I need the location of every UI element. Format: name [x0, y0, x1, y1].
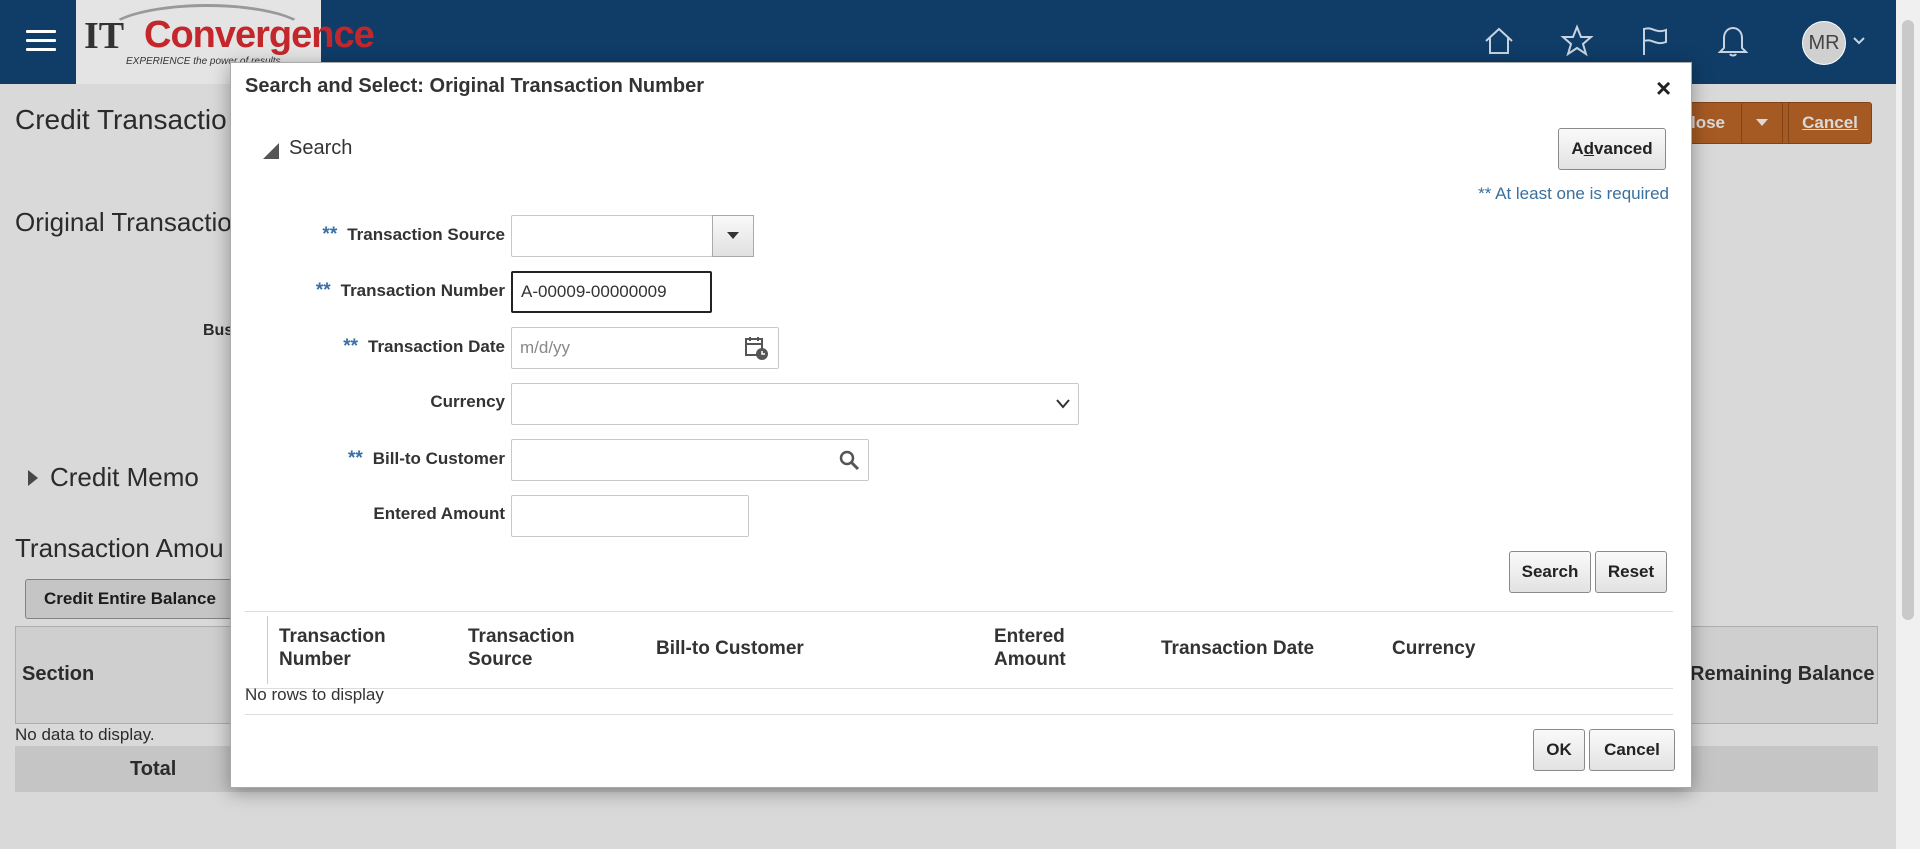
search-section-header[interactable]: Search [263, 137, 352, 160]
column-header-transaction-source[interactable]: Transaction Source [468, 625, 575, 671]
page-scrollbar[interactable] [1896, 0, 1920, 849]
search-button[interactable]: Search [1509, 551, 1591, 593]
ok-button[interactable]: OK [1533, 729, 1585, 771]
avatar[interactable]: MR [1802, 21, 1846, 65]
transaction-source-select[interactable] [511, 215, 713, 257]
column-header-transaction-number[interactable]: Transaction Number [279, 625, 386, 671]
search-icon[interactable] [838, 449, 860, 471]
dialog-footer-divider [245, 714, 1673, 715]
transaction-date-label: ** Transaction Date [343, 336, 505, 357]
row-selector-divider [267, 616, 268, 684]
column-header-bill-to-customer[interactable]: Bill-to Customer [656, 637, 804, 660]
calendar-icon[interactable] [744, 335, 770, 361]
cancel-button[interactable]: Cancel [1589, 729, 1675, 771]
required-note: ** At least one is required [1478, 184, 1669, 203]
bill-to-customer-label: ** Bill-to Customer [347, 448, 505, 469]
transaction-source-dropdown-button[interactable] [712, 215, 754, 257]
currency-label: Currency [430, 392, 505, 411]
entered-amount-label: Entered Amount [373, 504, 505, 523]
home-icon[interactable] [1482, 24, 1516, 58]
column-header-entered-amount[interactable]: Entered Amount [994, 625, 1066, 671]
currency-select[interactable] [511, 383, 1079, 425]
star-icon[interactable] [1560, 24, 1594, 58]
menu-icon[interactable] [26, 30, 56, 52]
results-table: Transaction Number Transaction Source Bill… [245, 611, 1673, 689]
dialog-title: Search and Select: Original Transaction … [245, 75, 705, 97]
entered-amount-input[interactable] [511, 495, 749, 537]
transaction-source-label: ** Transaction Source [322, 224, 505, 245]
transaction-number-label: ** Transaction Number [315, 280, 505, 301]
search-select-dialog: Search and Select: Original Transaction … [230, 62, 1692, 788]
bell-icon[interactable] [1716, 24, 1750, 58]
chevron-down-icon[interactable] [1852, 34, 1866, 53]
bill-to-customer-input[interactable] [511, 439, 869, 481]
reset-button[interactable]: Reset [1595, 551, 1667, 593]
advanced-button[interactable]: Advanced [1558, 128, 1666, 170]
transaction-date-input[interactable]: m/d/yy [511, 327, 779, 369]
column-header-transaction-date[interactable]: Transaction Date [1161, 637, 1314, 660]
flag-icon[interactable] [1638, 24, 1672, 58]
chevron-down-icon[interactable] [1055, 397, 1071, 416]
transaction-number-input[interactable]: A-00009-00000009 [511, 271, 712, 313]
no-rows-message: No rows to display [245, 685, 384, 704]
column-header-currency[interactable]: Currency [1392, 637, 1475, 660]
close-icon[interactable]: × [1656, 73, 1671, 104]
